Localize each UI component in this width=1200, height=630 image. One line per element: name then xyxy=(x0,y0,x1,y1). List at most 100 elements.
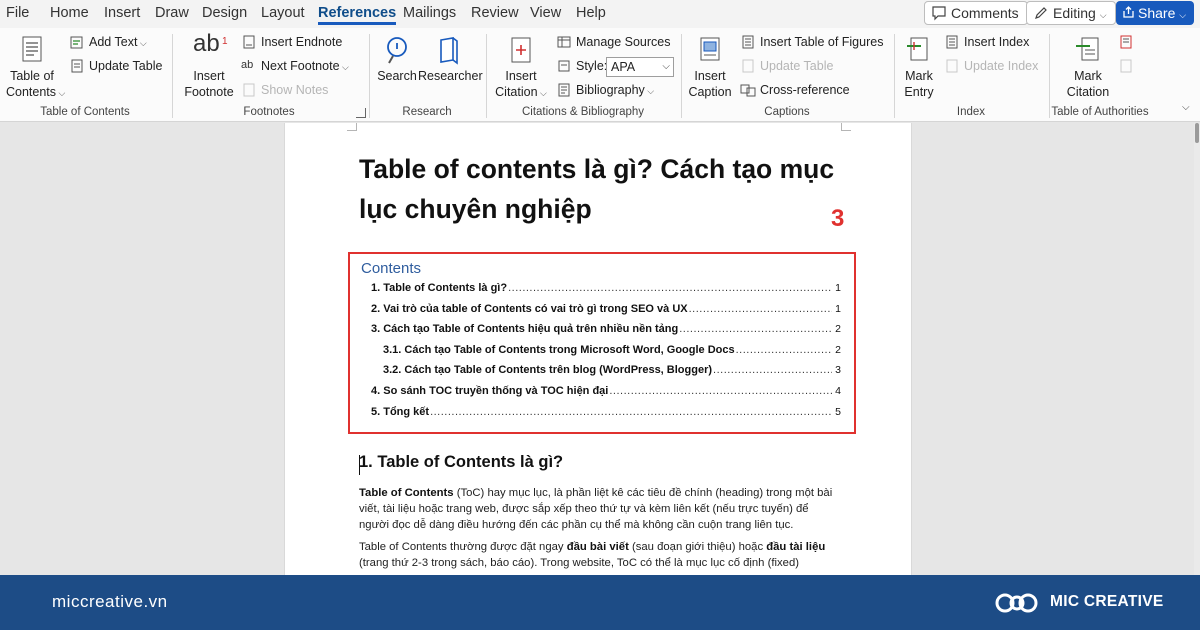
vertical-scrollbar[interactable] xyxy=(1194,123,1200,575)
comments-button[interactable]: Comments xyxy=(924,1,1028,25)
mark-citation-label-1: Mark xyxy=(1074,69,1102,83)
toc-entry[interactable]: 2. Vai trò của table of Contents có vai … xyxy=(371,301,841,317)
tab-review[interactable]: Review xyxy=(471,5,519,21)
body-paragraph[interactable]: Table of Contents (ToC) hay mục lục, là … xyxy=(359,485,839,534)
insert-endnote-button[interactable]: Insert Endnote xyxy=(241,32,342,52)
next-footnote-button[interactable]: ab Next Footnote ⌵ xyxy=(241,56,349,76)
mark-citation-icon xyxy=(1076,37,1099,61)
cross-reference-icon xyxy=(740,84,756,97)
tab-layout[interactable]: Layout xyxy=(261,5,305,21)
next-footnote-label: Next Footnote xyxy=(261,59,340,73)
chevron-down-icon: ⌵ xyxy=(1099,10,1107,20)
group-separator xyxy=(486,34,487,118)
tab-insert[interactable]: Insert xyxy=(104,5,140,21)
margin-corner-mark xyxy=(841,123,851,131)
toc-entry-text: 1. Table of Contents là gì? xyxy=(371,282,508,294)
toc-heading: Contents xyxy=(361,260,422,277)
toc-entry[interactable]: 1. Table of Contents là gì? 1 xyxy=(371,280,841,296)
tab-mailings[interactable]: Mailings xyxy=(403,5,456,21)
style-label: Style: xyxy=(576,59,608,73)
menu-bar: File Home Insert Draw Design Layout Refe… xyxy=(0,0,1200,28)
body-paragraph[interactable]: Table of Contents thường được đặt ngay đ… xyxy=(359,539,839,571)
heading-1[interactable]: 1. Table of Contents là gì? xyxy=(359,453,563,472)
chevron-down-icon: ⌵ xyxy=(662,61,670,72)
tab-draw[interactable]: Draw xyxy=(155,5,189,21)
editing-mode-button[interactable]: Editing ⌵ xyxy=(1026,1,1116,25)
toc-entry[interactable]: 5. Tổng kết 5 xyxy=(371,404,841,420)
tab-help[interactable]: Help xyxy=(576,5,606,21)
toc-entry-page: 5 xyxy=(835,406,841,418)
group-label-toc: Table of Contents xyxy=(40,106,130,118)
citation-style-value: APA xyxy=(611,60,636,74)
manage-sources-button[interactable]: Manage Sources xyxy=(556,32,671,52)
mark-citation-button[interactable]: Mark Citation xyxy=(1060,34,1116,100)
toc-entry-page: 2 xyxy=(835,323,841,335)
tab-home[interactable]: Home xyxy=(50,5,89,21)
pencil-icon xyxy=(1035,7,1047,19)
group-label-research: Research xyxy=(402,106,452,118)
update-index-button[interactable]: Update Index xyxy=(944,56,1038,76)
update-table-icon xyxy=(71,59,83,73)
cross-reference-button[interactable]: Cross-reference xyxy=(740,80,850,100)
search-button[interactable]: Search xyxy=(374,34,420,84)
tab-file[interactable]: File xyxy=(6,5,29,21)
group-label-authorities: Table of Authorities xyxy=(1051,106,1149,118)
researcher-button[interactable]: Researcher xyxy=(418,34,483,84)
add-text-button[interactable]: Add Text ⌵ xyxy=(69,32,147,52)
update-table-button[interactable]: Update Table xyxy=(69,56,162,76)
mark-entry-button[interactable]: Mark Entry xyxy=(899,34,939,100)
collapse-ribbon-icon[interactable]: ⌵ xyxy=(1182,102,1190,113)
share-button[interactable]: Share ⌵ xyxy=(1116,1,1194,25)
tab-view[interactable]: View xyxy=(530,5,561,21)
footnote-icon-text: ab xyxy=(193,30,220,57)
scrollbar-thumb[interactable] xyxy=(1195,123,1199,143)
toc-entry[interactable]: 3.2. Cách tạo Table of Contents trên blo… xyxy=(383,362,841,378)
insert-table-of-figures-button[interactable]: Insert Table of Figures xyxy=(740,32,883,52)
toc-entry[interactable]: 3. Cách tạo Table of Contents hiệu quả t… xyxy=(371,321,841,337)
toc-entry[interactable]: 4. So sánh TOC truyền thống và TOC hiện … xyxy=(371,383,841,399)
bibliography-button[interactable]: Bibliography ⌵ xyxy=(556,80,654,100)
toc-entry[interactable]: 3.1. Cách tạo Table of Contents trong Mi… xyxy=(383,342,841,358)
tab-design[interactable]: Design xyxy=(202,5,247,21)
comment-icon xyxy=(932,6,946,21)
toc-entry-text: 5. Tổng kết xyxy=(371,406,430,418)
annotation-number: 3 xyxy=(831,205,845,232)
update-table-of-authorities-icon[interactable] xyxy=(1118,58,1134,74)
style-icon xyxy=(558,60,570,72)
table-of-contents-block[interactable]: Contents 1. Table of Contents là gì? 1 2.… xyxy=(348,252,856,434)
manage-sources-icon xyxy=(557,36,571,48)
toc-entry-page: 4 xyxy=(835,385,841,397)
toc-label-2: Contents xyxy=(6,85,57,99)
insert-citation-button[interactable]: Insert Citation ⌵ xyxy=(491,34,551,101)
show-notes-icon xyxy=(243,83,255,97)
toc-entry-text: 3.2. Cách tạo Table of Contents trên blo… xyxy=(383,364,713,376)
insert-caption-button[interactable]: Insert Caption xyxy=(685,34,735,100)
bold-text: đầu bài viết xyxy=(566,541,629,553)
paragraph-text: Table of Contents thường được đặt ngay xyxy=(359,541,567,553)
insert-index-icon xyxy=(946,35,958,49)
footnote-label-2: Footnote xyxy=(184,85,234,99)
update-table-label: Update Table xyxy=(89,59,163,73)
tab-references[interactable]: References xyxy=(318,5,397,25)
show-notes-button[interactable]: Show Notes xyxy=(241,80,328,100)
show-notes-label: Show Notes xyxy=(261,83,329,97)
group-label-footnotes: Footnotes xyxy=(243,106,295,118)
mark-entry-label-2: Entry xyxy=(904,85,934,99)
document-page[interactable]: Table of contents là gì? Cách tạo mục lụ… xyxy=(284,123,912,575)
footer-website[interactable]: miccreative.vn xyxy=(52,592,168,612)
update-table-figures-button[interactable]: Update Table xyxy=(740,56,833,76)
document-title[interactable]: Table of contents là gì? Cách tạo mục lụ… xyxy=(359,149,839,229)
toc-entry-page: 1 xyxy=(835,282,841,294)
footnotes-dialog-launcher-icon[interactable] xyxy=(356,108,366,118)
ribbon-references: Table of Contents ⌵ Add Text ⌵ Update Ta… xyxy=(0,28,1200,122)
update-index-label: Update Index xyxy=(964,59,1039,73)
footnote-icon-sup: 1 xyxy=(222,36,228,47)
group-label-citations: Citations & Bibliography xyxy=(521,106,645,118)
insert-footnote-button[interactable]: ab 1 Insert Footnote xyxy=(180,30,238,100)
mark-entry-label-1: Mark xyxy=(905,69,933,83)
margin-corner-mark xyxy=(347,123,357,131)
citation-style-select[interactable]: APA ⌵ xyxy=(606,57,674,77)
insert-index-button[interactable]: Insert Index xyxy=(944,32,1029,52)
table-of-contents-button[interactable]: Table of Contents ⌵ xyxy=(6,34,65,101)
insert-table-of-authorities-icon[interactable] xyxy=(1118,34,1134,50)
